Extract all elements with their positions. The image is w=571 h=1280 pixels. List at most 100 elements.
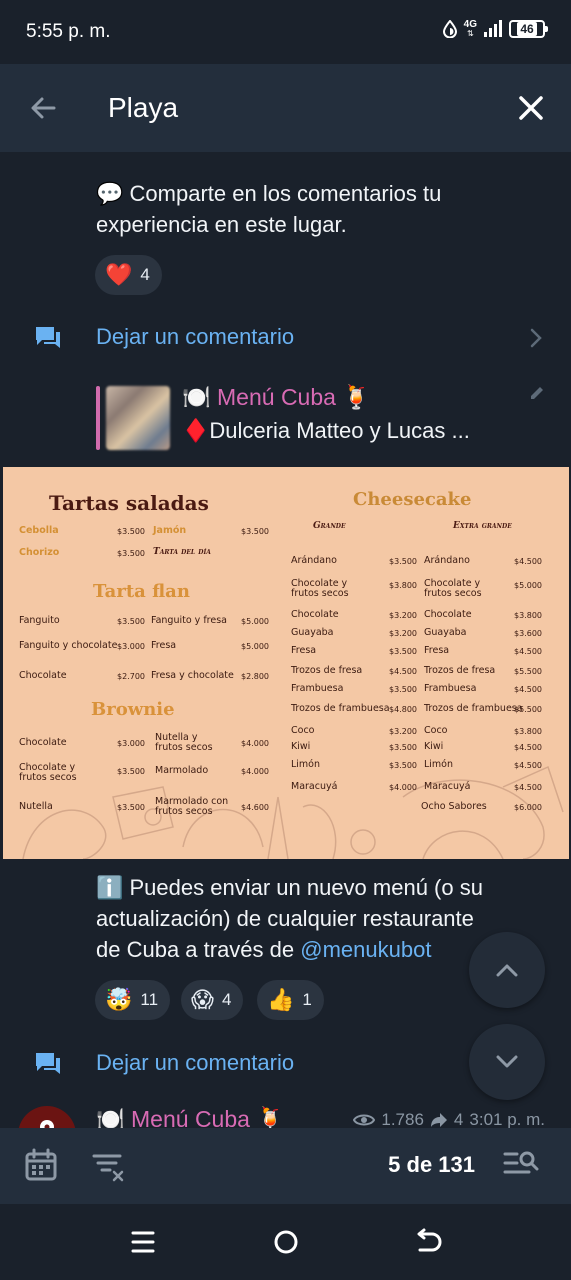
menu-item-price: $3.500	[117, 803, 145, 812]
back-nav-button[interactable]	[414, 1228, 442, 1261]
menu-item-price: $4.500	[514, 743, 542, 752]
menu-item-price: $5.500	[514, 667, 542, 676]
leave-comment-button[interactable]: Dejar un comentario	[0, 312, 571, 362]
menu-item-price: $3.500	[241, 527, 269, 536]
pin-icon	[40, 1120, 54, 1128]
menu-item-name: Maracuyá	[291, 781, 338, 792]
menu-item-name: Jamón	[153, 525, 187, 536]
reaction-exploding-head[interactable]: 🤯 11	[95, 980, 171, 1020]
menu-item-price: $3.500	[117, 767, 145, 776]
menu-item-name: Fanguito	[19, 615, 60, 626]
search-results-bar: 5 de 131	[0, 1128, 571, 1204]
next-message[interactable]: 🍽️ Menú Cuba 🍹 1.786 4 3:01 p. m.	[0, 1102, 571, 1128]
menu-item-price: $4.000	[389, 783, 417, 792]
home-button[interactable]	[272, 1228, 300, 1261]
reaction-thumbs-up[interactable]: 👍 1	[257, 980, 324, 1020]
back-button[interactable]	[24, 88, 64, 128]
comment-icon	[36, 327, 60, 348]
menu-item-name: Chocolate	[19, 670, 67, 681]
menu-item-price: $4.600	[241, 803, 269, 812]
menu-item-price: $6.000	[514, 803, 542, 812]
menu-item-name: Nutella y frutos secos	[155, 732, 213, 753]
avatar[interactable]	[18, 1106, 76, 1128]
menu-item-name: Chocolate	[424, 609, 472, 620]
menu-item-price: $4.000	[241, 767, 269, 776]
menu-section-title: Brownie	[91, 699, 175, 720]
menu-item-price: $3.000	[117, 739, 145, 748]
menu-item-name: Trozos de fresa	[424, 665, 496, 676]
menu-item-name: Guayaba	[424, 627, 467, 638]
menu-item-price: $2.800	[241, 672, 269, 681]
recents-button[interactable]	[130, 1228, 156, 1261]
status-time: 5:55 p. m.	[26, 21, 111, 42]
menu-item-price: $3.800	[514, 611, 542, 620]
menu-item-name: Kiwi	[291, 741, 311, 752]
menu-item-price: $3.500	[117, 527, 145, 536]
menu-item-price: $5.000	[514, 581, 542, 590]
menu-item-price: $4.800	[389, 705, 417, 714]
menu-item-name: Fanguito y fresa	[151, 615, 227, 626]
menu-item-name: Coco	[424, 725, 448, 736]
menu-item-name: Chorizo	[19, 547, 60, 558]
menu-item-name: Fanguito y chocolate	[19, 640, 118, 651]
menu-item-price: $4.500	[514, 685, 542, 694]
menu-item-name: Fresa y chocolate	[151, 670, 234, 681]
menu-image[interactable]: Tartas saladas Cebolla $3.500 Jamón $3.5…	[3, 467, 569, 859]
chevron-up-icon	[496, 964, 518, 977]
menu-item-name: Nutella	[19, 801, 53, 812]
reaction-scream[interactable]: 😱 4	[181, 980, 244, 1020]
menu-column-header: Grande	[313, 521, 346, 531]
message-list[interactable]: 💬 Comparte en los comentarios tu experie…	[0, 152, 571, 1128]
menu-item-price: $3.200	[389, 629, 417, 638]
search-query-title[interactable]: Playa	[108, 92, 178, 124]
menu-item-price: $5.500	[514, 705, 542, 714]
calendar-icon	[25, 1148, 57, 1181]
scroll-down-button[interactable]	[469, 1024, 545, 1100]
eye-icon	[353, 1114, 376, 1126]
message-meta: 1.786 4 3:01 p. m.	[353, 1110, 545, 1128]
menu-item-price: $5.000	[241, 617, 269, 626]
network-label: 4G ⇅	[463, 19, 477, 38]
menu-item-name: Tarta del día	[153, 547, 211, 557]
menu-section-title: Cheesecake	[353, 489, 472, 510]
close-search-button[interactable]	[511, 88, 551, 128]
menu-item-name: Fresa	[291, 645, 317, 656]
back-arrow-icon	[31, 97, 56, 119]
menu-item-name: Frambuesa	[291, 683, 344, 694]
comment-icon	[36, 1053, 60, 1074]
menu-item-name: Chocolate	[291, 609, 339, 620]
menu-column-header: Extra grande	[453, 521, 512, 531]
menu-item-name: Frambuesa	[424, 683, 477, 694]
menu-item-name: Limón	[291, 759, 321, 770]
status-bar: 5:55 p. m. 4G ⇅ 46	[0, 0, 571, 64]
menu-item-name: Arándano	[424, 555, 470, 566]
menu-item-price: $3.500	[389, 557, 417, 566]
reply-preview[interactable]: 🍽️ Menú Cuba 🍹 ♦️Dulceria Matteo y Lucas…	[96, 384, 546, 450]
bot-link[interactable]: @menukubot	[300, 937, 431, 962]
menu-item-name: Chocolate y frutos secos	[19, 762, 77, 783]
reply-author: 🍽️ Menú Cuba 🍹	[182, 384, 371, 410]
recents-icon	[131, 1231, 155, 1253]
menu-item-name: Chocolate y frutos secos	[291, 578, 349, 599]
menu-item-name: Ocho Sabores	[421, 801, 487, 812]
menu-item-price: $3.500	[389, 647, 417, 656]
menu-item-price: $3.800	[389, 581, 417, 590]
menu-section-title: Tarta flan	[93, 581, 190, 602]
system-navigation-bar	[0, 1204, 571, 1280]
scroll-up-button[interactable]	[469, 932, 545, 1008]
filter-clear-icon	[92, 1154, 124, 1182]
menu-item-name: Marmolado con frutos secos	[155, 796, 229, 817]
calendar-button[interactable]	[24, 1148, 58, 1187]
reaction-heart[interactable]: ❤️ 4	[95, 255, 162, 295]
reply-thumbnail	[106, 386, 170, 450]
app-bar: Playa	[0, 64, 571, 152]
menu-item-name: Maracuyá	[424, 781, 471, 792]
menu-item-price: $4.500	[514, 557, 542, 566]
menu-item-price: $4.500	[514, 783, 542, 792]
menu-item-price: $3.500	[117, 549, 145, 558]
filter-button[interactable]	[92, 1150, 126, 1189]
list-search-button[interactable]	[503, 1150, 539, 1185]
menu-item-name: Limón	[424, 759, 454, 770]
menu-item-price: $3.200	[389, 727, 417, 736]
menu-item-name: Trozos de frambuesa	[291, 703, 390, 714]
